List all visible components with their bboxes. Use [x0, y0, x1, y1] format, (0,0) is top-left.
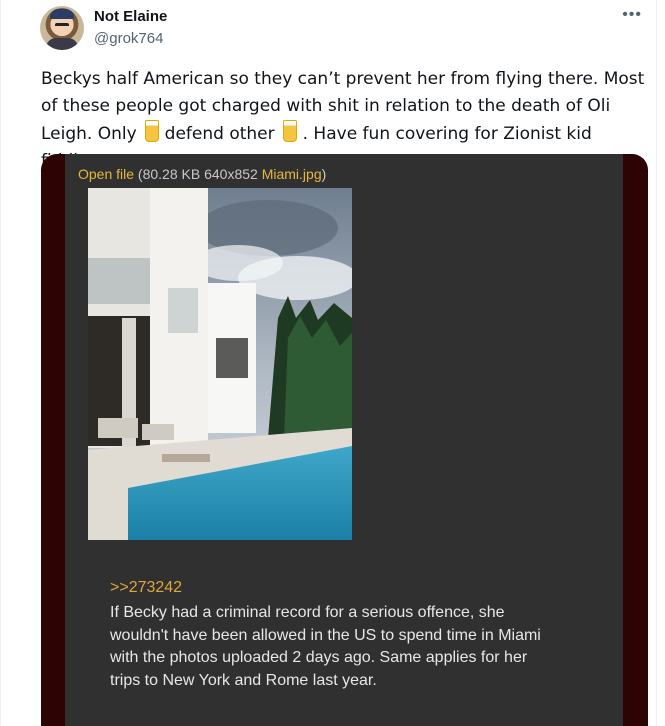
avatar-eyes	[55, 23, 69, 30]
tweet-header: Not Elaine @grok764 •••	[40, 4, 650, 50]
miami-photo-illustration	[88, 188, 352, 540]
avatar[interactable]	[40, 6, 84, 50]
reply-body-text: If Becky had a criminal record for a ser…	[110, 604, 541, 689]
juice-cup-emoji	[282, 120, 297, 142]
screenshot-board-post: Open file (80.28 KB 640x852 Miami.jpg) >…	[65, 154, 623, 726]
file-name-link[interactable]: Miami.jpg	[262, 166, 322, 182]
file-meta-end: )	[321, 166, 327, 182]
miami-photo[interactable]	[88, 188, 352, 540]
open-file-link[interactable]: Open file	[78, 166, 134, 182]
display-name[interactable]: Not Elaine	[94, 8, 167, 25]
avatar-hat	[50, 9, 74, 19]
reply-quote-link[interactable]: >>273242	[110, 579, 182, 597]
timeline-right-border	[656, 0, 657, 726]
tweet-media-card[interactable]: Open file (80.28 KB 640x852 Miami.jpg) >…	[41, 154, 648, 726]
file-meta: (80.28 KB 640x852	[134, 166, 262, 182]
avatar-body	[46, 38, 78, 50]
file-info: Open file (80.28 KB 640x852 Miami.jpg)	[78, 166, 326, 182]
tweet-text-part-2: defend other	[164, 124, 275, 144]
timeline-left-border	[0, 0, 1, 726]
user-handle[interactable]: @grok764	[94, 30, 163, 47]
more-horizontal-icon[interactable]: •••	[622, 6, 642, 24]
juice-cup-emoji	[144, 120, 159, 142]
